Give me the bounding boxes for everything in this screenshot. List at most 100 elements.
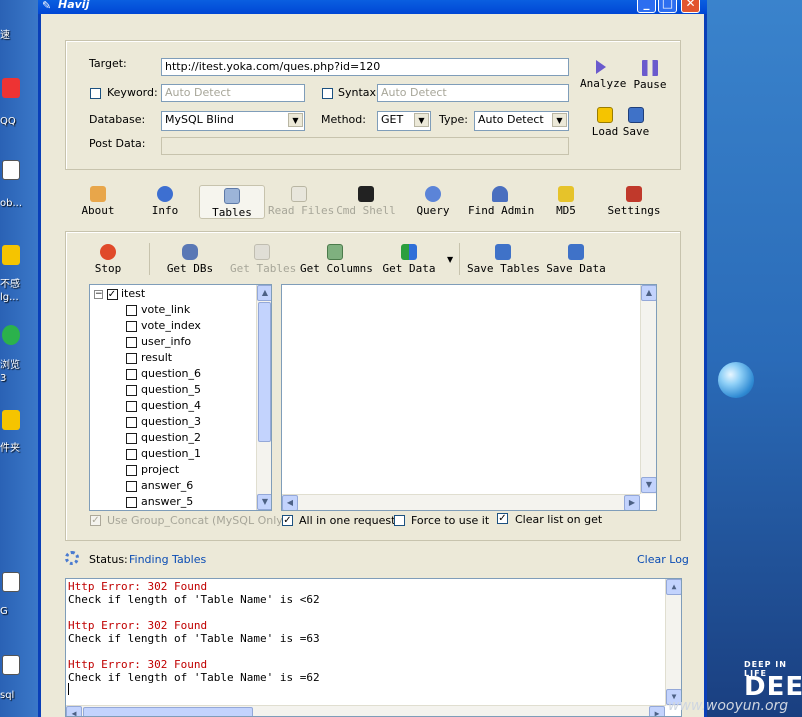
tree-table-item[interactable]: answer_5 [126, 494, 193, 510]
analyze-button[interactable]: Analyze [580, 60, 626, 90]
desktop-label[interactable]: 速 [0, 30, 38, 42]
stop-button[interactable]: Stop [93, 244, 123, 275]
chevron-down-icon[interactable]: ▼ [552, 113, 567, 127]
tree-checkbox[interactable] [126, 320, 137, 332]
force-checkbox[interactable] [394, 515, 405, 526]
desktop-label[interactable]: 浏览 [0, 360, 38, 372]
desktop-label[interactable]: QQ [0, 116, 38, 128]
tree-table-item[interactable]: question_1 [126, 446, 201, 462]
tab-read-files[interactable]: Read Files [268, 186, 334, 217]
tree-scrollbar[interactable]: ▲ ▼ [256, 285, 271, 510]
tree-checkbox[interactable] [126, 400, 137, 412]
all-in-one-checkbox[interactable]: ✓ [282, 515, 293, 526]
tree-table-item[interactable]: question_2 [126, 430, 201, 446]
tables-tree[interactable]: − ✓ itest vote_link vote_index user_info re… [89, 284, 272, 511]
post-data-input[interactable] [161, 137, 569, 155]
log-vertical-scrollbar[interactable]: ▲ ▼ [665, 579, 681, 706]
tree-table-item[interactable]: question_6 [126, 366, 201, 382]
save-data-button[interactable]: Save Data [546, 244, 606, 275]
scroll-down-button[interactable]: ▼ [257, 494, 271, 510]
title-bar[interactable]: ✎ Havij _ □ ✕ [38, 0, 707, 14]
get-tables-button[interactable]: Get Tables [230, 244, 296, 275]
tab-query[interactable]: Query [413, 186, 453, 217]
save-tables-button[interactable]: Save Tables [467, 244, 540, 275]
desktop-label[interactable]: 3 [0, 373, 38, 385]
keyword-checkbox[interactable] [90, 88, 101, 99]
folder-icon[interactable] [2, 245, 20, 265]
keyword-input[interactable]: Auto Detect [161, 84, 305, 102]
target-url-input[interactable]: http://itest.yoka.com/ques.php?id=120 [161, 58, 569, 76]
tree-table-item[interactable]: vote_link [126, 302, 190, 318]
tree-checkbox[interactable] [126, 480, 137, 492]
tab-info[interactable]: Info [147, 186, 183, 217]
get-columns-button[interactable]: Get Columns [300, 244, 373, 275]
scroll-right-button[interactable]: ▶ [624, 495, 640, 510]
desktop-label[interactable]: G [0, 606, 38, 618]
scroll-down-button[interactable]: ▼ [641, 477, 656, 493]
tab-md5[interactable]: MD5 [551, 186, 581, 217]
scroll-left-button[interactable]: ◀ [66, 706, 82, 716]
tab-find-admin[interactable]: Find Admin [468, 186, 534, 217]
tree-table-item[interactable]: question_5 [126, 382, 201, 398]
minimize-button[interactable]: _ [637, 0, 656, 13]
syntax-checkbox[interactable] [322, 88, 333, 99]
document-icon[interactable] [2, 160, 20, 180]
tree-table-item[interactable]: project [126, 462, 179, 478]
tab-cmd-shell[interactable]: Cmd Shell [336, 186, 396, 217]
collapse-icon[interactable]: − [94, 289, 103, 299]
log-horizontal-scrollbar[interactable]: ◀ ▶ [66, 705, 665, 716]
group-concat-checkbox[interactable]: ✓ [90, 515, 101, 526]
grid-horizontal-scrollbar[interactable]: ◀ ▶ [282, 494, 640, 510]
maximize-button[interactable]: □ [658, 0, 677, 13]
scroll-right-button[interactable]: ▶ [649, 706, 665, 716]
get-dbs-button[interactable]: Get DBs [166, 244, 214, 275]
tab-settings[interactable]: Settings [607, 186, 661, 217]
tree-table-item[interactable]: question_3 [126, 414, 201, 430]
tree-table-item[interactable]: answer_6 [126, 478, 193, 494]
tree-root[interactable]: − ✓ itest [94, 286, 145, 302]
clear-list-checkbox[interactable]: ✓ [497, 513, 508, 524]
scroll-left-button[interactable]: ◀ [282, 495, 298, 510]
log-output[interactable]: Http Error: 302 Found Check if length of … [65, 578, 682, 717]
tree-checkbox[interactable] [126, 432, 137, 444]
tree-checkbox[interactable] [126, 352, 137, 364]
tree-checkbox[interactable] [126, 304, 137, 316]
folder-icon[interactable] [2, 410, 20, 430]
desktop-label[interactable]: lg... [0, 292, 38, 304]
clear-log-link[interactable]: Clear Log [637, 553, 689, 566]
desktop-label[interactable]: sql [0, 690, 38, 702]
scroll-up-button[interactable]: ▲ [666, 579, 681, 595]
scroll-thumb[interactable] [83, 707, 253, 716]
document-icon[interactable] [2, 572, 20, 592]
tree-checkbox[interactable] [126, 368, 137, 380]
tree-table-item[interactable]: user_info [126, 334, 191, 350]
tree-checkbox[interactable] [126, 416, 137, 428]
scroll-thumb[interactable] [258, 302, 271, 442]
chevron-down-icon[interactable]: ▼ [414, 113, 429, 127]
grid-vertical-scrollbar[interactable]: ▲ ▼ [640, 285, 656, 494]
tree-checkbox[interactable]: ✓ [106, 288, 118, 300]
tree-checkbox[interactable] [126, 384, 137, 396]
desktop-label[interactable]: ob... [0, 198, 38, 210]
dropdown-arrow-icon[interactable]: ▼ [447, 255, 453, 264]
tab-tables[interactable]: Tables [199, 185, 265, 219]
load-button[interactable]: Load [590, 107, 620, 138]
tree-checkbox[interactable] [126, 496, 137, 508]
type-select[interactable]: Auto Detect ▼ [474, 111, 569, 131]
method-select[interactable]: GET ▼ [377, 111, 431, 131]
browser-icon[interactable] [2, 325, 20, 345]
pause-button[interactable]: Pause [632, 60, 668, 91]
tab-about[interactable]: About [78, 186, 118, 217]
database-select[interactable]: MySQL Blind ▼ [161, 111, 305, 131]
save-button[interactable]: Save [621, 107, 651, 138]
qq-icon[interactable] [2, 78, 20, 98]
data-grid[interactable]: ▲ ▼ ◀ ▶ [281, 284, 657, 511]
tree-table-item[interactable]: question_4 [126, 398, 201, 414]
tree-checkbox[interactable] [126, 448, 137, 460]
scroll-up-button[interactable]: ▲ [257, 285, 271, 301]
syntax-input[interactable]: Auto Detect [377, 84, 569, 102]
chevron-down-icon[interactable]: ▼ [288, 113, 303, 127]
close-button[interactable]: ✕ [681, 0, 700, 13]
tree-table-item[interactable]: result [126, 350, 172, 366]
desktop-label[interactable]: 不感 [0, 279, 38, 291]
